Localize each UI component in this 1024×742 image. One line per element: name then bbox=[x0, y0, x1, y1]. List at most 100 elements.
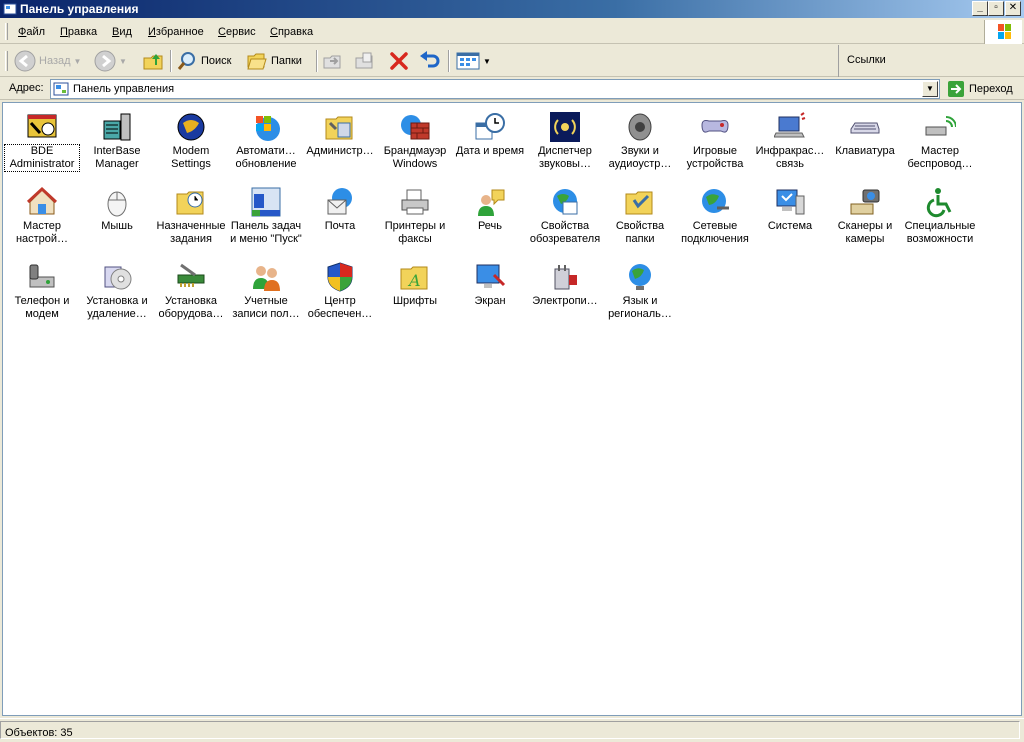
item-power-options[interactable]: Электропи… bbox=[528, 255, 602, 327]
item-label: Мышь bbox=[101, 220, 133, 232]
back-dropdown-icon[interactable]: ▼ bbox=[74, 57, 82, 66]
item-add-hardware[interactable]: Установка оборудова… bbox=[154, 255, 228, 327]
item-scheduled-tasks[interactable]: Назначенные задания bbox=[154, 180, 228, 252]
speaker-icon bbox=[628, 113, 652, 141]
search-button[interactable]: Поиск bbox=[176, 48, 231, 74]
close-button[interactable]: ✕ bbox=[1005, 1, 1021, 16]
firewall-icon bbox=[401, 115, 430, 140]
up-button[interactable] bbox=[142, 48, 166, 74]
keyboard-icon bbox=[850, 122, 880, 134]
item-security-center[interactable]: Центр обеспечен… bbox=[303, 255, 377, 327]
phone-modem-icon bbox=[29, 264, 55, 288]
add-remove-programs-icon bbox=[104, 266, 132, 290]
item-label: Брандмауэр Windows bbox=[383, 145, 447, 170]
item-keyboard[interactable]: Клавиатура bbox=[828, 105, 902, 177]
item-sound-manager[interactable]: Диспетчер звуковы… bbox=[528, 105, 602, 177]
item-label: Дата и время bbox=[455, 145, 525, 157]
item-phone-modem[interactable]: Телефон и модем bbox=[5, 255, 79, 327]
item-infrared[interactable]: Инфракрас… связь bbox=[753, 105, 827, 177]
item-modem-settings[interactable]: Modem Settings bbox=[154, 105, 228, 177]
item-label: Автомати… обновление bbox=[235, 145, 297, 170]
views-dropdown-icon[interactable]: ▼ bbox=[483, 57, 491, 66]
menu-favorites[interactable]: Избранное bbox=[148, 25, 204, 39]
menu-help[interactable]: Справка bbox=[270, 25, 313, 39]
undo-button[interactable] bbox=[418, 48, 442, 74]
item-label: Почта bbox=[324, 220, 356, 232]
taskbar-icon bbox=[251, 187, 281, 217]
item-label: Телефон и модем bbox=[14, 295, 70, 320]
folders-button[interactable]: Папки bbox=[246, 48, 302, 74]
item-wireless-wizard[interactable]: Мастер беспровод… bbox=[903, 105, 977, 177]
item-mouse[interactable]: Мышь bbox=[80, 180, 154, 252]
menu-view[interactable]: Вид bbox=[112, 25, 132, 39]
item-game-controllers[interactable]: Игровые устройства bbox=[678, 105, 752, 177]
item-network-connections[interactable]: Сетевые подключения bbox=[678, 180, 752, 252]
minimize-button[interactable]: _ bbox=[972, 1, 988, 16]
item-system[interactable]: Система bbox=[753, 180, 827, 252]
item-speech[interactable]: Речь bbox=[453, 180, 527, 252]
go-arrow-icon bbox=[948, 81, 964, 97]
search-icon bbox=[177, 52, 195, 70]
undo-arrow-icon bbox=[420, 51, 440, 68]
menu-file[interactable]: Файл bbox=[18, 25, 45, 39]
item-automatic-updates[interactable]: Автомати… обновление bbox=[229, 105, 303, 177]
interbase-server-icon bbox=[103, 113, 131, 141]
item-printers-faxes[interactable]: Принтеры и факсы bbox=[378, 180, 452, 252]
item-user-accounts[interactable]: Учетные записи пол… bbox=[229, 255, 303, 327]
item-scanners-cameras[interactable]: Сканеры и камеры bbox=[828, 180, 902, 252]
views-grid-icon bbox=[456, 52, 480, 70]
menu-tools[interactable]: Сервис bbox=[218, 25, 256, 39]
item-display[interactable]: Экран bbox=[453, 255, 527, 327]
power-options-icon bbox=[554, 265, 577, 290]
go-button[interactable]: Переход bbox=[944, 79, 1022, 99]
internet-options-icon bbox=[553, 189, 578, 215]
maximize-button[interactable]: ▫ bbox=[988, 1, 1004, 16]
back-button[interactable]: Назад ▼ bbox=[14, 48, 81, 74]
item-taskbar-start-menu[interactable]: Панель задач и меню "Пуск" bbox=[229, 180, 303, 252]
windows-flag-icon bbox=[998, 24, 1011, 39]
item-bde-administrator[interactable]: BDE Administrator bbox=[4, 105, 80, 177]
folder-options-icon bbox=[625, 191, 653, 215]
item-fonts[interactable]: A Шрифты bbox=[378, 255, 452, 327]
accessibility-wheelchair-icon bbox=[926, 188, 952, 218]
links-bar[interactable]: Ссылки bbox=[838, 45, 1024, 77]
item-label: Свойства папки bbox=[615, 220, 665, 245]
control-panel-icon bbox=[3, 3, 17, 15]
item-sounds-audio[interactable]: Звуки и аудиоустр… bbox=[603, 105, 677, 177]
item-accessibility[interactable]: Специальные возможности bbox=[903, 180, 977, 252]
links-label: Ссылки bbox=[847, 54, 886, 66]
item-date-time[interactable]: Дата и время bbox=[453, 105, 527, 177]
toolbar-separator bbox=[448, 50, 450, 72]
item-internet-options[interactable]: Свойства обозревателя bbox=[528, 180, 602, 252]
windows-update-icon bbox=[256, 116, 280, 141]
views-button[interactable]: ▼ bbox=[456, 48, 491, 74]
item-regional-options[interactable]: Язык и региональ… bbox=[603, 255, 677, 327]
menu-edit[interactable]: Правка bbox=[60, 25, 97, 39]
move-to-button[interactable] bbox=[322, 48, 344, 74]
item-label: Язык и региональ… bbox=[608, 295, 672, 320]
delete-button[interactable] bbox=[388, 48, 410, 74]
delete-x-icon bbox=[390, 52, 408, 70]
status-cell: Объектов: 35 bbox=[0, 721, 1020, 739]
item-windows-firewall[interactable]: Брандмауэр Windows bbox=[378, 105, 452, 177]
item-network-setup-wizard[interactable]: Мастер настрой… bbox=[5, 180, 79, 252]
toolbar-separator bbox=[316, 50, 318, 72]
forward-dropdown-icon[interactable]: ▼ bbox=[119, 57, 127, 66]
icon-view[interactable]: BDE Administrator InterBase Manager Mode… bbox=[2, 102, 1022, 716]
item-folder-options[interactable]: Свойства папки bbox=[603, 180, 677, 252]
item-administrative-tools[interactable]: Администр… bbox=[303, 105, 377, 177]
item-label: Диспетчер звуковы… bbox=[538, 145, 592, 170]
item-interbase-manager[interactable]: InterBase Manager bbox=[80, 105, 154, 177]
folder-up-icon bbox=[143, 54, 163, 70]
regional-globe-icon bbox=[629, 264, 651, 290]
forward-button[interactable]: ▼ bbox=[94, 48, 127, 74]
item-mail[interactable]: Почта bbox=[303, 180, 377, 252]
item-add-remove-programs[interactable]: Установка и удаление… bbox=[80, 255, 154, 327]
address-input[interactable]: Панель управления ▼ bbox=[50, 79, 940, 99]
add-hardware-icon bbox=[177, 263, 205, 287]
address-dropdown-button[interactable]: ▼ bbox=[922, 81, 938, 97]
fonts-folder-icon: A bbox=[400, 266, 428, 290]
search-label: Поиск bbox=[201, 55, 232, 67]
copy-to-button[interactable] bbox=[354, 48, 376, 74]
administrative-tools-icon bbox=[325, 116, 353, 140]
